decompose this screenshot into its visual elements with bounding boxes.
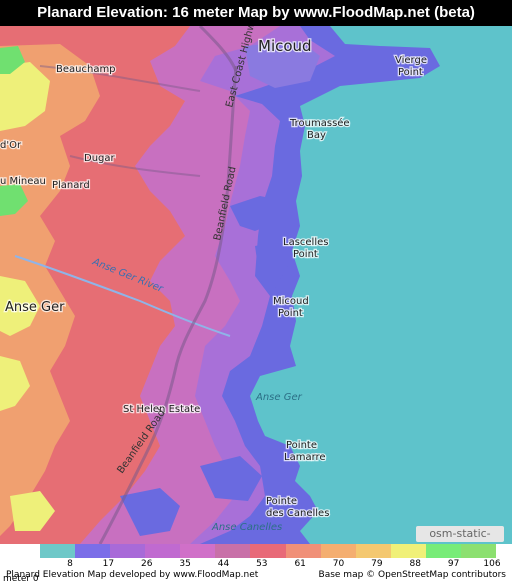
legend-tick-label: 44 [217, 559, 230, 569]
footer-credit-link[interactable]: Planard Elevation Map developed by www.F… [6, 570, 258, 580]
label-micoud: Micoud [258, 37, 312, 55]
label-troumassee-bay: Bay [307, 130, 326, 141]
label-micoud-point: Micoud [273, 296, 309, 307]
label-d-or: d'Or [0, 140, 22, 151]
label-pointe-des-canelles: Pointe [266, 496, 297, 507]
legend-tick-label: 88 [409, 559, 421, 569]
legend-swatch-0 [40, 544, 76, 558]
label-pointe-lamarre: Pointe [286, 440, 317, 451]
legend-swatch-3 [145, 544, 181, 558]
label-anse-ger-sea: Anse Ger [255, 392, 303, 403]
elevation-legend: meter 0 8 17 26 35 44 53 61 70 79 88 97 106 [0, 544, 512, 584]
legend-tick-label: 61 [294, 559, 306, 569]
map-title: Planard Elevation: 16 meter Map by www.F… [0, 0, 512, 26]
legend-tick-label: 53 [256, 559, 268, 569]
legend-tick-label: 8 [67, 559, 73, 569]
legend-swatch-8 [320, 544, 356, 558]
label-planard: Planard [52, 180, 90, 191]
legend-tick-label: 79 [371, 559, 383, 569]
legend-tick-label: 17 [102, 559, 115, 569]
label-vierge-point: Vierge [395, 55, 427, 66]
label-anse-ger-town: Anse Ger [5, 300, 65, 315]
footer: Planard Elevation Map developed by www.F… [0, 569, 512, 582]
label-anse-canelles: Anse Canelles [211, 522, 282, 533]
legend-swatch-9 [355, 544, 391, 558]
legend-swatch-4 [180, 544, 216, 558]
label-beauchamp: Beauchamp [56, 64, 116, 75]
legend-tick-label: 70 [332, 559, 345, 569]
legend-color-scale [40, 544, 497, 558]
legend-tick-label: 97 [447, 559, 460, 569]
label-micoud-point-2: Point [278, 308, 303, 319]
label-mineau: u Mineau [0, 176, 46, 187]
label-lascelles-point: Point [293, 249, 318, 260]
label-pointe-des-canelles-2: des Canelles [266, 508, 329, 519]
label-lascelles: Lascelles [283, 237, 328, 248]
label-vierge-point-2: Point [398, 67, 423, 78]
legend-swatch-6 [250, 544, 286, 558]
footer-osm-credit[interactable]: Base map © OpenStreetMap contributors [319, 570, 506, 580]
legend-swatch-11 [425, 544, 461, 558]
legend-swatch-10 [390, 544, 426, 558]
legend-swatch-2 [110, 544, 146, 558]
label-dugar: Dugar [84, 153, 116, 164]
elevation-map[interactable]: Micoud Vierge Point Beauchamp Troumassée… [0, 26, 512, 544]
legend-tick-label: 35 [179, 559, 191, 569]
osm-static-maps-badge[interactable]: osm-static-maps [416, 526, 504, 556]
legend-tick-label: 106 [483, 559, 501, 569]
legend-tick-label: 26 [140, 559, 153, 569]
legend-swatch-12 [460, 544, 497, 558]
legend-swatch-7 [285, 544, 321, 558]
legend-swatch-1 [75, 544, 111, 558]
label-pointe-lamarre-2: Lamarre [284, 452, 326, 463]
label-troumassee: Troumassée [289, 117, 350, 129]
legend-swatch-5 [215, 544, 251, 558]
